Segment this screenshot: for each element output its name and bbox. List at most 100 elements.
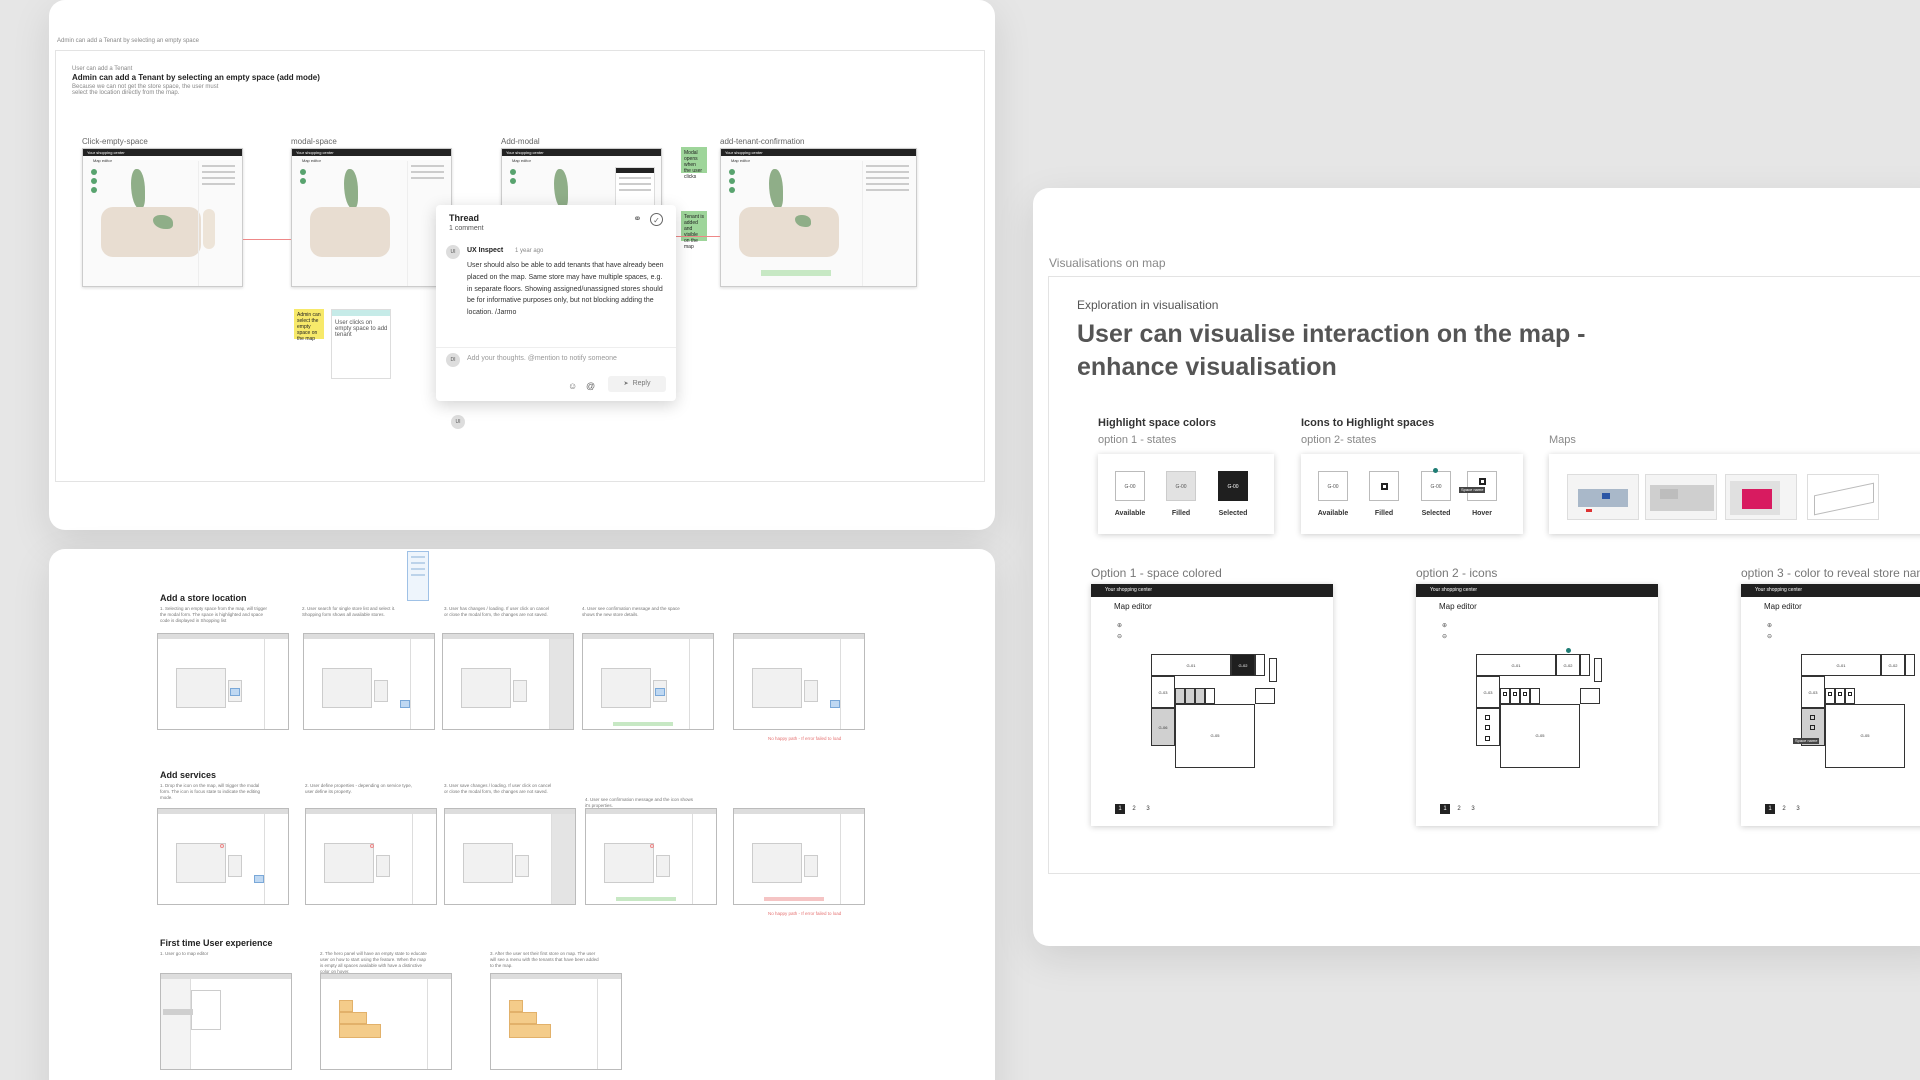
space[interactable] — [1269, 658, 1277, 682]
comment-time: 1 year ago — [515, 248, 544, 254]
wireframe[interactable] — [490, 973, 622, 1070]
comment-input[interactable]: Add your thoughts. @mention to notify so… — [467, 355, 617, 362]
section-title: First time User experience — [160, 938, 273, 948]
wireframe[interactable] — [157, 808, 289, 905]
page-2[interactable]: 2 — [1454, 804, 1464, 814]
wireframe[interactable] — [733, 633, 865, 730]
thread-title: Thread — [449, 213, 480, 223]
square-icon — [1810, 725, 1815, 730]
marker-icon — [91, 169, 97, 175]
divider — [436, 347, 676, 348]
space-filled[interactable] — [1185, 688, 1195, 704]
space-icon[interactable] — [1845, 688, 1855, 704]
screen-subtitle: Map editor — [302, 158, 321, 163]
mall-floorplan[interactable] — [739, 207, 839, 257]
resolve-icon[interactable]: ✓ — [650, 213, 663, 226]
wireframe[interactable] — [160, 973, 292, 1070]
space-g05[interactable]: G-05 — [1500, 704, 1580, 768]
error-note: No happy path - If error failed to load — [768, 736, 842, 741]
wireframe[interactable] — [444, 808, 576, 905]
step-description: 2. User define properties - depending on… — [305, 783, 413, 794]
space[interactable] — [1205, 688, 1215, 704]
space-g03[interactable]: G-03 — [1476, 676, 1500, 708]
state-selected[interactable]: G-00 — [1421, 471, 1451, 501]
space-g02-selected[interactable]: G-02 — [1556, 654, 1580, 676]
page-3[interactable]: 3 — [1143, 804, 1153, 814]
emoji-icon[interactable]: ☺ — [568, 381, 577, 391]
sticky-note-green: Modal opens when the user clicks — [681, 147, 707, 180]
wireframe[interactable] — [320, 973, 452, 1070]
option-label: Option 1 - space colored — [1091, 566, 1222, 580]
screen-add-tenant-confirmation[interactable]: Your shopping center Map editor — [720, 148, 917, 287]
mall-floorplan[interactable] — [101, 207, 201, 257]
page-1[interactable]: 1 — [1440, 804, 1450, 814]
space[interactable] — [1255, 654, 1265, 676]
space[interactable] — [1255, 688, 1275, 704]
state-filled[interactable]: G-00 — [1166, 471, 1196, 501]
space-g01[interactable]: G-01 — [1801, 654, 1881, 676]
map-thumbnail[interactable] — [1807, 474, 1879, 520]
shot-label: Click-empty-space — [82, 137, 148, 146]
zoom-out-icon[interactable]: ⊖ — [1767, 633, 1772, 640]
board-flows: Add a store location 1. Selecting an emp… — [49, 549, 995, 1080]
wireframe[interactable] — [157, 633, 289, 730]
space-icon[interactable] — [1520, 688, 1530, 704]
page-3[interactable]: 3 — [1793, 804, 1803, 814]
space-g02[interactable]: G-02 — [1881, 654, 1905, 676]
page-2[interactable]: 2 — [1779, 804, 1789, 814]
map-thumbnail[interactable] — [1645, 474, 1717, 520]
page-2[interactable]: 2 — [1129, 804, 1139, 814]
state-available[interactable]: G-00 — [1115, 471, 1145, 501]
space-icon[interactable] — [1825, 688, 1835, 704]
section-title: Add services — [160, 770, 217, 780]
link-icon[interactable]: ⚭ — [631, 213, 644, 226]
space-g05[interactable]: G-05 — [1825, 704, 1905, 768]
space-g03[interactable]: G-03 — [1151, 676, 1175, 708]
space[interactable] — [1530, 688, 1540, 704]
space-g03[interactable]: G-03 — [1801, 676, 1825, 708]
space-g02-selected[interactable]: G-02 — [1231, 654, 1255, 676]
wireframe[interactable] — [442, 633, 574, 730]
map-thumbnail[interactable] — [1725, 474, 1797, 520]
wireframe[interactable] — [303, 633, 435, 730]
space-g06[interactable] — [1476, 708, 1500, 746]
mention-icon[interactable]: @ — [586, 381, 595, 391]
zoom-out-icon[interactable]: ⊖ — [1442, 633, 1447, 640]
page-1[interactable]: 1 — [1115, 804, 1125, 814]
space-icon[interactable] — [1510, 688, 1520, 704]
screen-subtitle: Map editor — [512, 158, 531, 163]
space-g01[interactable]: G-01 — [1151, 654, 1231, 676]
zoom-in-icon[interactable]: ⊕ — [1442, 622, 1447, 629]
space-g01[interactable]: G-01 — [1476, 654, 1556, 676]
page-3[interactable]: 3 — [1468, 804, 1478, 814]
wireframe[interactable] — [585, 808, 717, 905]
screen-modal-space[interactable]: Your shopping center Map editor — [291, 148, 452, 287]
dropdown-list[interactable] — [407, 551, 429, 601]
space[interactable] — [1905, 654, 1915, 676]
wireframe[interactable] — [582, 633, 714, 730]
zoom-in-icon[interactable]: ⊕ — [1117, 622, 1122, 629]
state-available[interactable]: G-00 — [1318, 471, 1348, 501]
zoom-out-icon[interactable]: ⊖ — [1117, 633, 1122, 640]
state-hover[interactable] — [1467, 471, 1497, 501]
space-icon[interactable] — [1500, 688, 1510, 704]
wireframe[interactable] — [305, 808, 437, 905]
space-g05[interactable]: G-05 — [1175, 704, 1255, 768]
space-icon[interactable] — [1835, 688, 1845, 704]
screen-click-empty-space[interactable]: Your shopping center Map editor — [82, 148, 243, 287]
reply-button[interactable]: ➤ Reply — [608, 376, 666, 392]
space[interactable] — [1580, 654, 1590, 676]
space-g06-filled[interactable]: G-06 — [1151, 708, 1175, 746]
wireframe[interactable] — [733, 808, 865, 905]
page-1[interactable]: 1 — [1765, 804, 1775, 814]
space-filled[interactable] — [1175, 688, 1185, 704]
map-thumbnail[interactable] — [1567, 474, 1639, 520]
space-filled[interactable] — [1195, 688, 1205, 704]
mall-floorplan[interactable] — [310, 207, 390, 257]
space[interactable] — [1594, 658, 1602, 682]
state-selected[interactable]: G-00 — [1218, 471, 1248, 501]
zoom-in-icon[interactable]: ⊕ — [1767, 622, 1772, 629]
space[interactable] — [1580, 688, 1600, 704]
avatar[interactable]: UI — [451, 415, 465, 429]
state-filled[interactable] — [1369, 471, 1399, 501]
